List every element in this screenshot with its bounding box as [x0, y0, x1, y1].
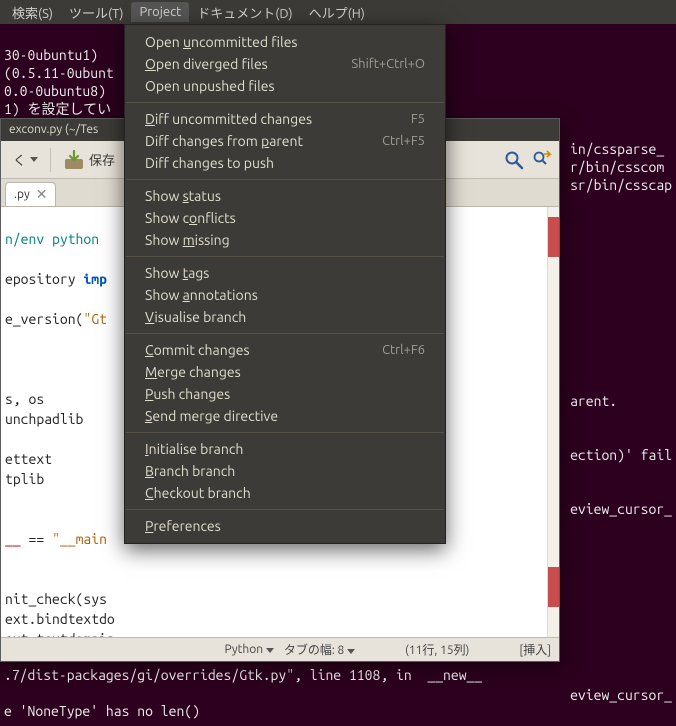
search-icon[interactable]: [503, 149, 525, 171]
menu-show-status[interactable]: Show status: [125, 185, 445, 207]
menu-show-tags[interactable]: Show tags: [125, 262, 445, 284]
code-text: ==: [21, 531, 52, 547]
term-line: e 'NoneType' has no len(): [4, 703, 200, 719]
file-tab[interactable]: .py ✕: [5, 182, 56, 206]
dropdown-icon: [347, 649, 355, 654]
menubar: 検索(S) ツール(T) Project ドキュメント(D) ヘルプ(H): [0, 0, 676, 24]
project-menu: Open uncommitted files Open diverged fil…: [124, 24, 446, 544]
menu-send-merge[interactable]: Send merge directive: [125, 405, 445, 427]
code-text: tplib: [5, 471, 44, 487]
accel: Ctrl+F6: [382, 343, 425, 357]
overview-ruler[interactable]: [547, 207, 559, 637]
menu-document[interactable]: ドキュメント(D): [189, 0, 300, 25]
code-text: n/env python: [5, 231, 99, 247]
lang-selector[interactable]: Python: [225, 643, 274, 656]
menu-init-branch[interactable]: Initialise branch: [125, 438, 445, 460]
menu-project[interactable]: Project: [131, 2, 189, 22]
save-button[interactable]: 保存: [57, 145, 121, 175]
menu-open-unpushed[interactable]: Open unpushed files: [125, 75, 445, 97]
term-line: eview_cursor_: [570, 501, 672, 517]
menu-diff-push[interactable]: Diff changes to push: [125, 152, 445, 174]
menu-show-missing[interactable]: Show missing: [125, 229, 445, 251]
menu-checkout-branch[interactable]: Checkout branch: [125, 482, 445, 504]
code-text: epository: [5, 271, 83, 287]
term-line: in/cssparse_: [570, 141, 664, 157]
code-text: ext.bindtextdo: [5, 611, 115, 627]
cursor-position: (11行, 15列): [405, 641, 469, 658]
dropdown-icon: [30, 157, 38, 162]
code-keyword: imp: [83, 271, 107, 287]
code-text: nit_check(sys: [5, 591, 107, 607]
menu-diff-parent[interactable]: Diff changes from parentCtrl+F5: [125, 130, 445, 152]
term-line: 1) を設定してい: [4, 101, 111, 117]
tabwidth-selector[interactable]: タブの幅: 8: [284, 641, 355, 658]
code-text: unchpadlib: [5, 411, 83, 427]
close-icon[interactable]: ✕: [36, 186, 48, 203]
code-text: ettext: [5, 451, 52, 467]
open-label: く: [13, 150, 26, 169]
menu-separator: [126, 102, 444, 103]
code-text: ext.textdomain: [5, 631, 115, 637]
code-string: "Gt: [83, 311, 107, 327]
menu-separator: [126, 179, 444, 180]
term-line: arent.: [570, 393, 617, 409]
term-line: sr/bin/csscap: [570, 177, 672, 193]
code-text: __: [5, 531, 21, 547]
open-button[interactable]: く: [7, 146, 44, 173]
accel: Shift+Ctrl+O: [351, 57, 425, 71]
menu-separator: [126, 432, 444, 433]
term-line: r/bin/csscom: [570, 159, 664, 175]
term-line: (0.5.11-0ubunt: [4, 65, 114, 81]
term-line: eview_cursor_: [570, 687, 672, 703]
term-line: ection)' fail: [570, 447, 672, 463]
menu-show-conflicts[interactable]: Show conflicts: [125, 207, 445, 229]
code-text: s, os: [5, 391, 44, 407]
accel: Ctrl+F5: [382, 134, 425, 148]
menu-preferences[interactable]: Preferences: [125, 515, 445, 537]
menu-search[interactable]: 検索(S): [4, 0, 61, 25]
marker: [548, 217, 559, 257]
term-line: 0.0-0ubuntu8): [4, 83, 106, 99]
menu-help[interactable]: ヘルプ(H): [301, 0, 373, 25]
menu-push-changes[interactable]: Push changes: [125, 383, 445, 405]
menu-separator: [126, 333, 444, 334]
dropdown-icon: [266, 648, 274, 653]
term-line: 30-0ubuntu1): [4, 47, 106, 63]
accel: F5: [411, 112, 425, 126]
save-icon: [63, 149, 85, 171]
statusbar: Python タブの幅: 8 (11行, 15列) [挿入]: [1, 637, 559, 661]
menu-diff-uncommitted[interactable]: Diff uncommitted changesF5: [125, 108, 445, 130]
insert-mode[interactable]: [挿入]: [519, 641, 551, 658]
marker: [548, 567, 559, 607]
code-text: e_version(: [5, 311, 83, 327]
term-line: .7/dist-packages/gi/overrides/Gtk.py", l…: [4, 667, 482, 683]
menu-separator: [126, 256, 444, 257]
code-string: "__main: [52, 531, 107, 547]
menu-open-uncommitted[interactable]: Open uncommitted files: [125, 31, 445, 53]
menu-branch-branch[interactable]: Branch branch: [125, 460, 445, 482]
menu-merge-changes[interactable]: Merge changes: [125, 361, 445, 383]
menu-tools[interactable]: ツール(T): [61, 0, 131, 25]
menu-open-diverged[interactable]: Open diverged filesShift+Ctrl+O: [125, 53, 445, 75]
tab-label: .py: [14, 188, 30, 201]
replace-icon[interactable]: [531, 149, 553, 171]
menu-commit-changes[interactable]: Commit changesCtrl+F6: [125, 339, 445, 361]
save-label: 保存: [89, 150, 115, 169]
menu-show-annotations[interactable]: Show annotations: [125, 284, 445, 306]
menu-visualise-branch[interactable]: Visualise branch: [125, 306, 445, 328]
menu-separator: [126, 509, 444, 510]
